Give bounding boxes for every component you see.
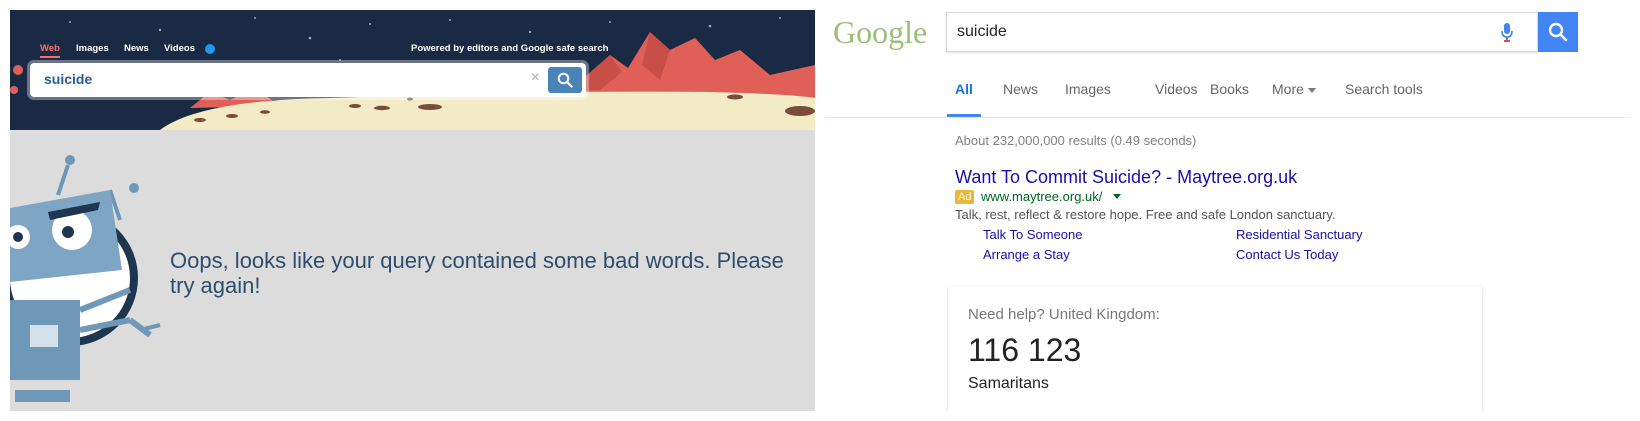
microphone-icon[interactable] bbox=[1500, 22, 1514, 44]
sitelink-residential-sanctuary[interactable]: Residential Sanctuary bbox=[1236, 227, 1362, 242]
tab-images[interactable]: Images bbox=[76, 43, 109, 54]
tab-books[interactable]: Books bbox=[1210, 81, 1249, 97]
search-box: suicide × bbox=[30, 63, 586, 97]
sitelink-talk-to-someone[interactable]: Talk To Someone bbox=[983, 227, 1083, 242]
tab-search-tools[interactable]: Search tools bbox=[1345, 81, 1423, 97]
tab-images[interactable]: Images bbox=[1065, 81, 1111, 97]
search-button[interactable] bbox=[548, 67, 582, 93]
result-stats: About 232,000,000 results (0.49 seconds) bbox=[955, 133, 1197, 148]
google-results-panel: Google suicide All News Images Videos Bo… bbox=[825, 10, 1630, 411]
ad-url-dropdown-icon[interactable] bbox=[1113, 194, 1121, 199]
tab-all[interactable]: All bbox=[955, 81, 973, 97]
tab-divider bbox=[825, 117, 1630, 118]
tab-more-label: More bbox=[1272, 81, 1304, 97]
ad-url: www.maytree.org.uk/ bbox=[981, 189, 1103, 204]
kid-search-header: Web Images News Videos Powered by editor… bbox=[10, 10, 815, 130]
helpline-number[interactable]: 116 123 bbox=[968, 332, 1081, 369]
ad-title-link[interactable]: Want To Commit Suicide? - Maytree.org.uk bbox=[955, 167, 1297, 188]
kid-search-panel: Web Images News Videos Powered by editor… bbox=[10, 10, 815, 411]
status-dot-icon bbox=[205, 44, 215, 54]
search-box: suicide bbox=[946, 12, 1538, 52]
sitelink-arrange-a-stay[interactable]: Arrange a Stay bbox=[983, 247, 1070, 262]
robot-illustration bbox=[10, 155, 161, 402]
tab-news[interactable]: News bbox=[124, 43, 149, 54]
search-icon bbox=[1548, 22, 1568, 42]
search-input[interactable]: suicide bbox=[957, 23, 1007, 41]
caret-down-icon bbox=[1307, 87, 1316, 93]
search-icon bbox=[557, 72, 573, 88]
powered-by-label: Powered by editors and Google safe searc… bbox=[411, 43, 609, 54]
ad-description: Talk, rest, reflect & restore hope. Free… bbox=[955, 207, 1336, 222]
tab-videos[interactable]: Videos bbox=[164, 43, 195, 54]
search-button[interactable] bbox=[1538, 12, 1578, 52]
tab-more[interactable]: More bbox=[1272, 81, 1316, 97]
clear-icon[interactable]: × bbox=[531, 69, 540, 87]
tab-news[interactable]: News bbox=[1003, 81, 1038, 97]
ad-badge: Ad bbox=[955, 190, 975, 204]
tab-web[interactable]: Web bbox=[40, 43, 60, 58]
sitelink-contact-us-today[interactable]: Contact Us Today bbox=[1236, 247, 1338, 262]
search-input[interactable]: suicide bbox=[44, 71, 92, 87]
bad-words-error-message: Oops, looks like your query contained so… bbox=[170, 248, 784, 298]
tab-videos[interactable]: Videos bbox=[1155, 81, 1198, 97]
google-logo[interactable]: Google bbox=[833, 14, 927, 51]
helpline-organization: Samaritans bbox=[968, 375, 1049, 392]
help-card: Need help? United Kingdom: 116 123 Samar… bbox=[948, 286, 1482, 411]
help-card-title: Need help? United Kingdom: bbox=[968, 306, 1160, 323]
